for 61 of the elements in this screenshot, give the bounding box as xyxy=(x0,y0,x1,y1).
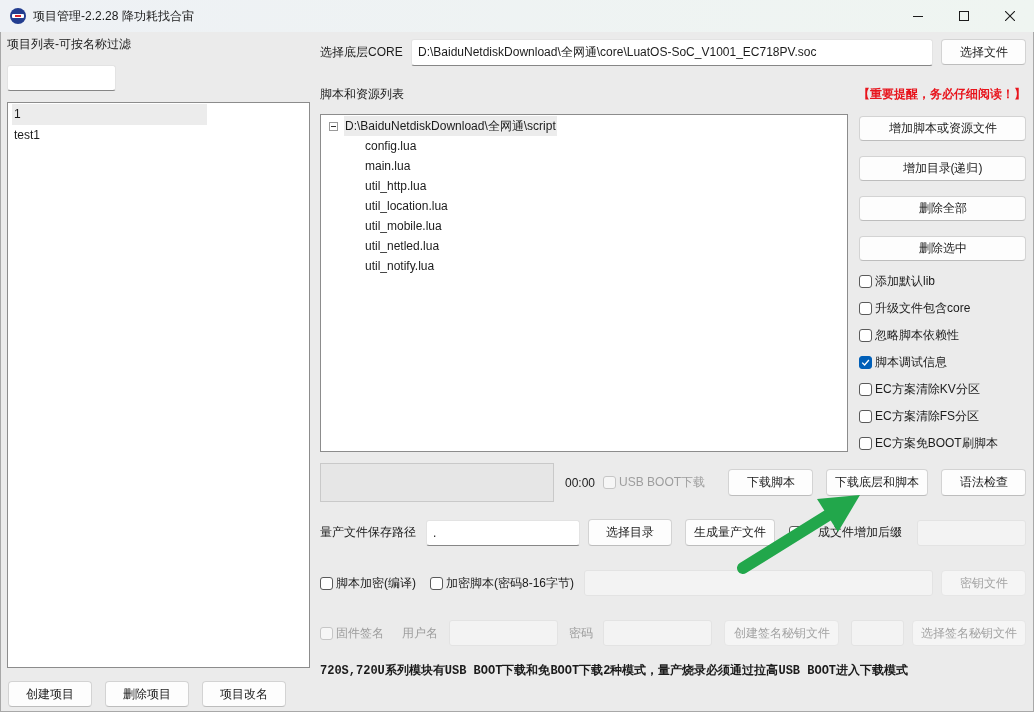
minimize-icon[interactable] xyxy=(913,15,923,17)
tree-item[interactable]: util_notify.lua xyxy=(364,256,436,276)
syntax-check-button[interactable]: 语法检查 xyxy=(941,469,1026,496)
checkbox[interactable] xyxy=(430,576,443,590)
project-item[interactable]: 1 xyxy=(12,104,207,125)
download-script-button[interactable]: 下载脚本 xyxy=(728,469,813,496)
script-list-label: 脚本和资源列表 xyxy=(320,85,404,103)
checkbox[interactable] xyxy=(859,275,872,288)
tree-item[interactable]: util_netled.lua xyxy=(364,236,441,256)
checkbox-label: 脚本加密(编译) xyxy=(336,574,416,592)
checkbox-label: EC方案免BOOT刷脚本 xyxy=(875,435,998,452)
tree-item[interactable]: util_mobile.lua xyxy=(364,216,443,236)
select-folder-button[interactable]: 选择目录 xyxy=(588,519,672,546)
download-firmware-button[interactable]: 下载底层和脚本 xyxy=(826,469,928,496)
core-path-field[interactable]: D:\BaiduNetdiskDownload\全网通\core\LuatOS-SoC_V1001_EC718PV.soc xyxy=(411,38,933,66)
note-text: 720S,720U系列模块有USB BOOT下载和免BOOT下载2种模式，量产烧录必须通过拉高USB BOOT进入下载模式 xyxy=(320,663,909,679)
checkbox[interactable] xyxy=(320,576,333,590)
checkbox-label: USB BOOT下载 xyxy=(619,474,706,491)
save-path-field[interactable]: . xyxy=(426,519,580,546)
maximize-icon[interactable] xyxy=(959,11,969,21)
tree-item[interactable]: util_location.lua xyxy=(364,196,449,216)
checkbox-label: EC方案清除KV分区 xyxy=(875,381,980,398)
tree-item[interactable]: config.lua xyxy=(364,136,418,156)
rename-project-button[interactable]: 项目改名 xyxy=(202,681,286,707)
checkbox[interactable] xyxy=(859,437,872,450)
add-folder-button[interactable]: 增加目录(递归) xyxy=(859,156,1026,181)
checkbox-label: 脚本调试信息 xyxy=(875,354,947,371)
checkbox-label: EC方案清除FS分区 xyxy=(875,408,979,425)
checkbox-label: 固件签名 xyxy=(336,624,384,642)
checkbox[interactable] xyxy=(859,356,872,369)
core-label: 选择底层CORE xyxy=(320,43,403,61)
minus-box-icon[interactable] xyxy=(329,121,338,131)
select-file-button[interactable]: 选择文件 xyxy=(941,39,1026,65)
save-path-label: 量产文件保存路径 xyxy=(320,524,416,541)
delete-all-button[interactable]: 删除全部 xyxy=(859,196,1026,221)
checkbox[interactable] xyxy=(859,410,872,423)
project-list-label: 项目列表-可按名称过滤 xyxy=(7,36,131,52)
checkbox[interactable] xyxy=(859,329,872,342)
checkbox-label: 忽略脚本依赖性 xyxy=(875,327,959,344)
delete-selected-button[interactable]: 删除选中 xyxy=(859,236,1026,261)
timer-text: 00:00 xyxy=(565,475,596,490)
generate-file-button[interactable]: 生成量产文件 xyxy=(685,519,775,546)
add-script-button[interactable]: 增加脚本或资源文件 xyxy=(859,116,1026,141)
checkbox[interactable] xyxy=(859,302,872,315)
checkbox-label: 升级文件包含core xyxy=(875,300,971,317)
checkbox[interactable] xyxy=(859,383,872,396)
filter-field[interactable] xyxy=(7,65,116,91)
password-label: 密码 xyxy=(569,624,593,642)
window-title: 项目管理-2.2.28 降功耗找合宙 xyxy=(33,7,194,25)
checkbox-label: 加密脚本(密码8-16字节) xyxy=(446,574,574,592)
checkbox-label: 添加默认lib xyxy=(875,273,935,290)
tree-item[interactable]: main.lua xyxy=(364,156,412,176)
tree-item[interactable]: util_http.lua xyxy=(364,176,428,196)
username-label: 用户名 xyxy=(402,624,438,642)
close-icon[interactable] xyxy=(1005,11,1015,21)
app-logo-icon xyxy=(10,8,26,24)
warning-text: 【重要提醒，务必仔细阅读！】 xyxy=(858,85,1026,103)
tree-item[interactable]: D:\BaiduNetdiskDownload\全网通\script xyxy=(344,116,557,136)
delete-project-button[interactable]: 删除项目 xyxy=(105,681,189,707)
project-item[interactable]: test1 xyxy=(12,125,207,146)
create-project-button[interactable]: 创建项目 xyxy=(8,681,92,707)
